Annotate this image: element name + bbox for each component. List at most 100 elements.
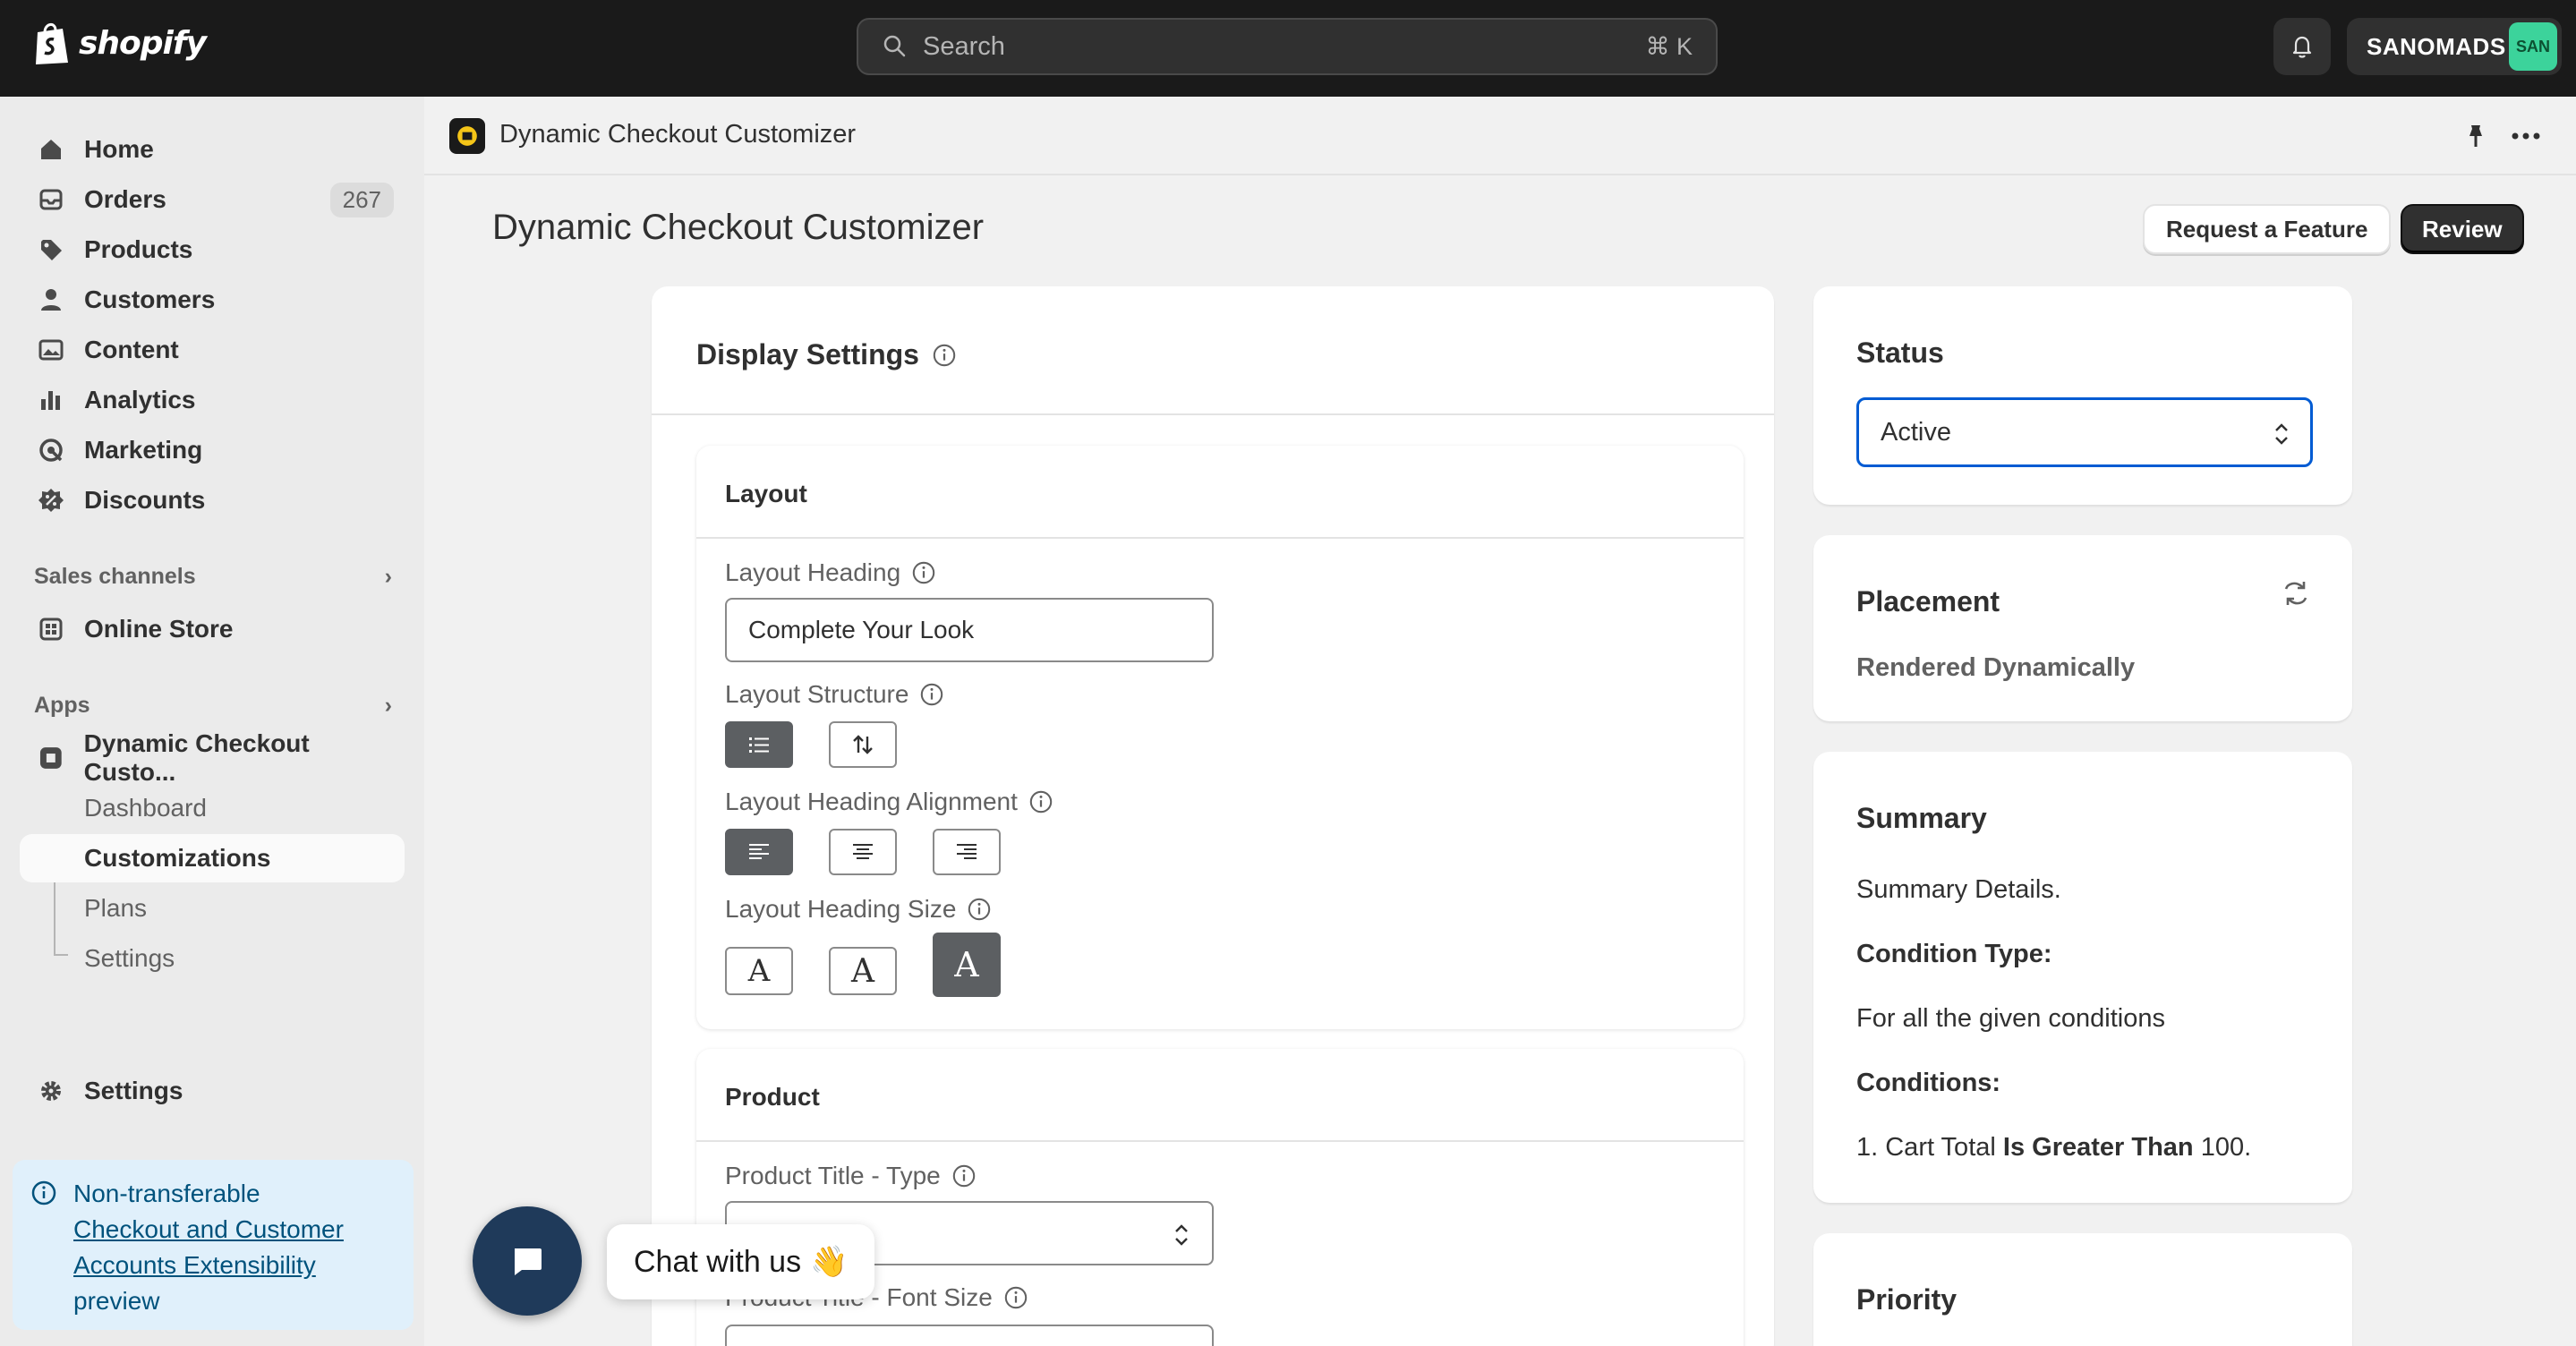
sidebar-item-plans[interactable]: Plans — [20, 884, 405, 933]
product-title: Product — [696, 1049, 1744, 1142]
sidebar-item-online-store[interactable]: Online Store — [20, 605, 405, 653]
condition-operator: Is Greater Than — [2002, 1133, 2194, 1162]
apps-section[interactable]: Apps › — [34, 693, 392, 719]
status-value: Active — [1881, 417, 1951, 447]
summary-card: Summary Summary Details. Condition Type:… — [1813, 752, 2352, 1203]
sidebar-item-label: Customers — [84, 285, 216, 313]
more-icon[interactable] — [2510, 122, 2542, 150]
extensibility-link[interactable]: Checkout and Customer Accounts Extensibi… — [73, 1212, 397, 1283]
layout-carousel-button[interactable] — [829, 721, 897, 768]
sidebar-item-customers[interactable]: Customers — [20, 276, 405, 324]
condition-type-label: Condition Type: — [1856, 940, 2052, 968]
sidebar-item-orders[interactable]: Orders 267 — [20, 175, 405, 224]
app-logo-icon — [457, 126, 477, 146]
info-icon[interactable] — [932, 343, 957, 368]
sidebar-item-discounts[interactable]: Discounts — [20, 476, 405, 524]
placement-value: Rendered Dynamically — [1856, 653, 2136, 682]
info-icon[interactable] — [1003, 1285, 1028, 1310]
sidebar-item-label: Marketing — [84, 436, 203, 464]
layout-heading-input[interactable]: Complete Your Look — [725, 598, 1214, 662]
display-settings-title: Display Settings — [696, 338, 919, 371]
align-center-icon — [853, 844, 873, 859]
waving-hand-icon: 👋 — [810, 1245, 849, 1279]
sidebar-item-home[interactable]: Home — [20, 125, 405, 174]
sidebar-item-app-settings[interactable]: Settings — [20, 934, 405, 983]
sidebar-item-app[interactable]: Dynamic Checkout Custo... — [20, 729, 405, 786]
app-title-bar: Dynamic Checkout Customizer — [424, 97, 2576, 175]
apps-label: Apps — [34, 693, 90, 718]
tag-icon — [41, 240, 62, 260]
home-icon — [41, 140, 61, 159]
store-icon — [39, 618, 63, 641]
chat-prompt[interactable]: Chat with us 👋 — [607, 1224, 875, 1299]
align-left-button[interactable] — [725, 829, 793, 875]
request-feature-button[interactable]: Request a Feature — [2143, 204, 2392, 254]
layout-title: Layout — [696, 446, 1744, 539]
select-arrows-icon — [2275, 423, 2288, 445]
shopify-logo[interactable]: shopify — [32, 20, 207, 66]
sort-arrows-icon — [853, 735, 873, 754]
refresh-icon[interactable] — [2281, 578, 2311, 609]
product-card: Product Product Title - Type Product Tit… — [696, 1049, 1744, 1346]
align-center-button[interactable] — [829, 829, 897, 875]
banner-text: preview — [73, 1287, 160, 1315]
status-title: Status — [1856, 336, 1944, 369]
sidebar-item-customizations[interactable]: Customizations — [20, 834, 405, 882]
info-icon — [31, 1180, 56, 1205]
chevron-right-icon: › — [384, 693, 392, 718]
placement-title: Placement — [1856, 585, 2000, 618]
status-card: Status Active — [1813, 286, 2352, 505]
sidebar: Home Orders 267 Products Customers Conte… — [0, 97, 424, 1346]
condition-item: 1. Cart Total Is Greater Than 100. — [1856, 1133, 2251, 1163]
gear-icon — [41, 1081, 61, 1101]
info-icon[interactable] — [911, 560, 936, 585]
notifications-button[interactable] — [2273, 18, 2331, 75]
heading-size-medium-button[interactable]: A — [829, 947, 897, 995]
heading-size-large-button[interactable]: A — [933, 933, 1001, 997]
orders-icon — [39, 189, 63, 210]
heading-size-small-button[interactable]: A — [725, 947, 793, 995]
search-input[interactable]: Search ⌘ K — [857, 18, 1718, 75]
store-name: SANOMADS — [2367, 32, 2506, 60]
sidebar-item-marketing[interactable]: Marketing — [20, 426, 405, 474]
layout-list-button[interactable] — [725, 721, 793, 768]
sidebar-item-label: Dynamic Checkout Custo... — [83, 729, 310, 786]
sales-channels-section[interactable]: Sales channels › — [34, 564, 392, 590]
sidebar-item-content[interactable]: Content — [20, 326, 405, 374]
chevron-right-icon: › — [384, 564, 392, 589]
info-icon[interactable] — [1028, 789, 1053, 814]
person-icon — [41, 289, 61, 311]
conditions-label: Conditions: — [1856, 1069, 2001, 1097]
sidebar-item-products[interactable]: Products — [20, 226, 405, 274]
chat-button[interactable] — [473, 1206, 582, 1316]
sidebar-item-label: Products — [84, 235, 193, 263]
sidebar-item-analytics[interactable]: Analytics — [20, 376, 405, 424]
chat-icon — [515, 1248, 542, 1275]
banner-text: Non-transferable — [73, 1180, 260, 1207]
pin-icon[interactable] — [2461, 122, 2490, 150]
align-right-icon — [957, 844, 977, 859]
app-icon — [449, 118, 485, 154]
store-menu-button[interactable]: SANOMADS SAN — [2347, 18, 2562, 75]
status-select[interactable]: Active — [1856, 397, 2313, 467]
app-title: Dynamic Checkout Customizer — [499, 120, 857, 149]
product-font-size-select[interactable] — [725, 1325, 1214, 1346]
sidebar-item-label: Online Store — [84, 615, 234, 643]
condition-type-value: For all the given conditions — [1856, 1004, 2165, 1033]
review-button[interactable]: Review — [2401, 204, 2524, 254]
condition-subject: 1. Cart Total — [1856, 1133, 2003, 1162]
top-bar: shopify Search ⌘ K SANOMADS SAN — [0, 0, 2576, 97]
layout-alignment-label: Layout Heading Alignment — [725, 788, 1018, 815]
priority-title: Priority — [1856, 1283, 1958, 1316]
sidebar-item-settings[interactable]: Settings — [20, 1067, 405, 1115]
info-icon[interactable] — [951, 1163, 977, 1188]
sidebar-item-label: Settings — [84, 1077, 183, 1104]
info-icon[interactable] — [919, 682, 944, 707]
sidebar-item-dashboard[interactable]: Dashboard — [20, 784, 405, 832]
align-right-button[interactable] — [933, 829, 1001, 875]
content-icon — [38, 339, 64, 361]
app-icon — [39, 747, 62, 769]
bar-chart-icon — [41, 391, 60, 410]
info-icon[interactable] — [967, 897, 992, 922]
summary-details: Summary Details. — [1856, 875, 2061, 904]
